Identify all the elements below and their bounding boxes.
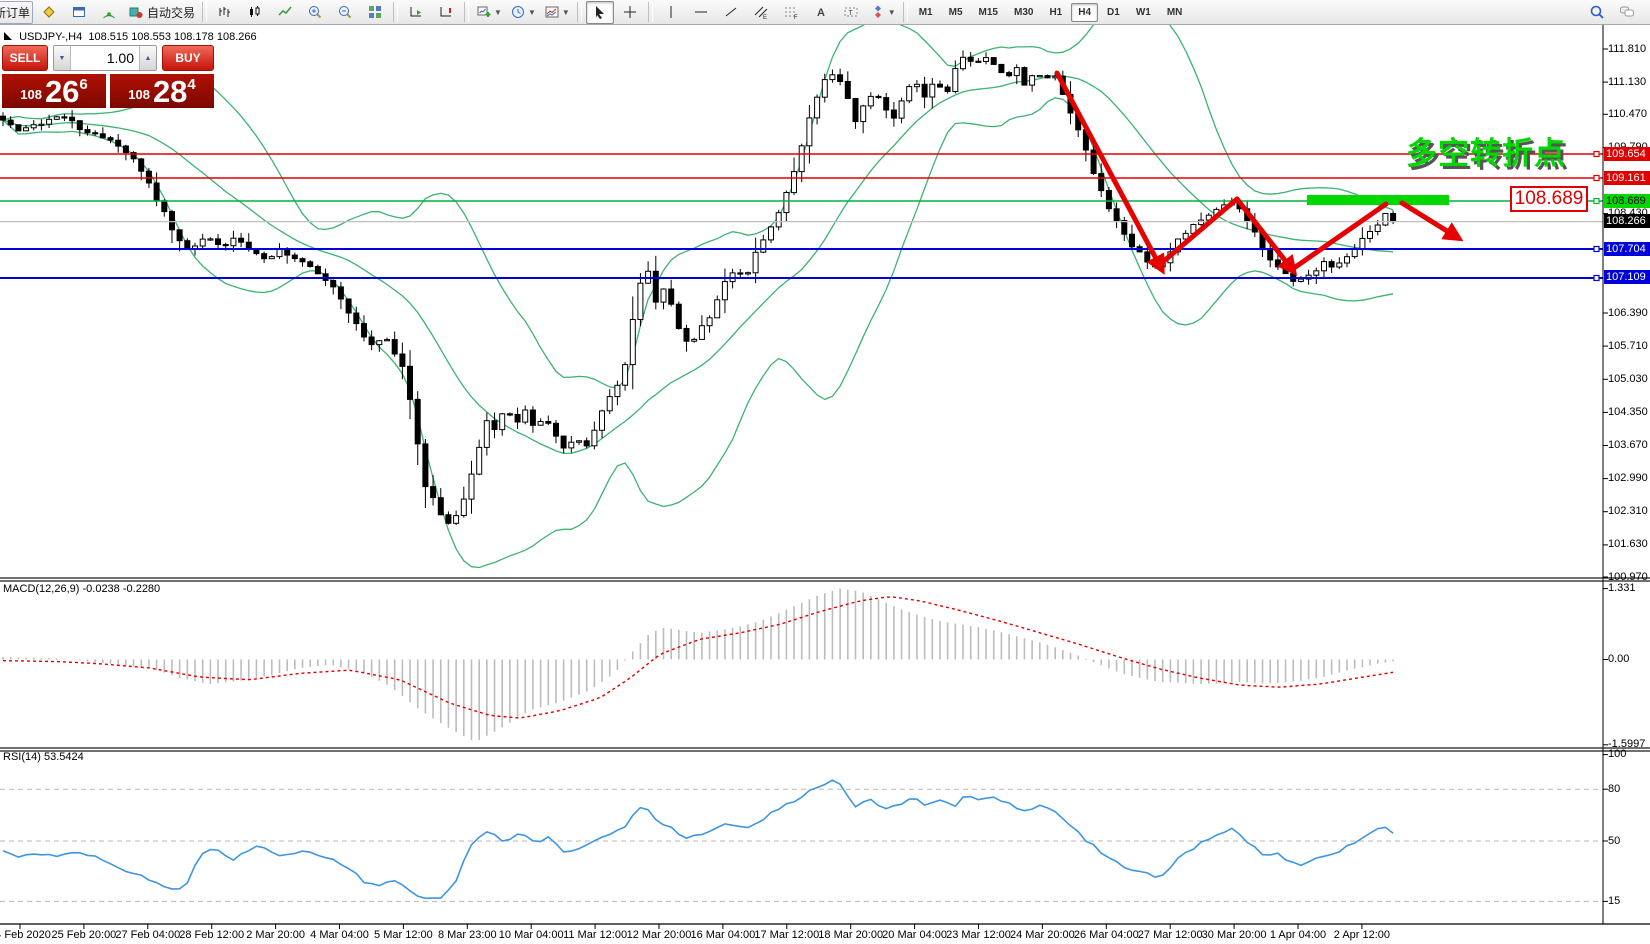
svg-text:E: E	[763, 15, 767, 20]
new-chart-icon	[476, 4, 492, 20]
metaeditor-icon-icon	[41, 4, 57, 20]
buy-price-display[interactable]: 108 28 4	[110, 74, 214, 108]
sell-button[interactable]: SELL	[2, 45, 48, 71]
chat-icon[interactable]	[1613, 1, 1641, 24]
chart-surface[interactable]: USDJPY-,H4 108.515 108.553 108.178 108.2…	[0, 0, 1650, 944]
timeframe-m15-button[interactable]: M15	[972, 3, 1005, 22]
toolbar-separator	[202, 2, 207, 22]
svg-text:F: F	[794, 15, 798, 20]
zoom-in-icon	[307, 4, 323, 20]
shapes-button-caret[interactable]: ▼	[888, 8, 896, 17]
toolbar-separator	[393, 2, 398, 22]
timeframe-h1-button[interactable]: H1	[1042, 3, 1069, 22]
new-order-button-label: 新订单	[0, 4, 30, 21]
timeframe-d1-button[interactable]: D1	[1100, 3, 1127, 22]
bar-chart-button[interactable]	[211, 1, 239, 24]
tile-windows-button[interactable]	[361, 1, 389, 24]
volume-stepper: ▼ ▲	[53, 45, 157, 71]
text-button[interactable]: A	[807, 1, 835, 24]
volume-input[interactable]	[71, 46, 139, 70]
autotrading-button-label: 自动交易	[147, 4, 195, 21]
chart-canvas[interactable]	[0, 0, 1650, 944]
timeframe-m5-button[interactable]: M5	[942, 3, 970, 22]
toolbar-separator	[577, 2, 582, 22]
timeframe-m1-button[interactable]: M1	[912, 3, 940, 22]
auto-scroll-button[interactable]	[402, 1, 430, 24]
line-chart-icon	[277, 4, 293, 20]
vertical-line-button[interactable]	[657, 1, 685, 24]
buy-button[interactable]: BUY	[162, 45, 214, 71]
trendline-button[interactable]	[717, 1, 745, 24]
auto-scroll-icon	[408, 4, 424, 20]
zoom-in-button[interactable]	[301, 1, 329, 24]
autotrading-button[interactable]: 自动交易	[125, 1, 198, 24]
toolbar-separator	[648, 2, 653, 22]
channel-icon: E	[753, 4, 769, 20]
toolbar-separator	[464, 2, 469, 22]
trendline-icon	[723, 4, 739, 20]
shapes-button[interactable]: ▼	[867, 1, 899, 24]
crosshair-button[interactable]	[616, 1, 644, 24]
cursor-button[interactable]	[586, 1, 614, 24]
candle-chart-button[interactable]	[241, 1, 269, 24]
text-icon: A	[813, 4, 829, 20]
autotrading-icon	[128, 4, 144, 20]
volume-up-button[interactable]: ▲	[139, 46, 156, 70]
toolbar-separator	[903, 2, 908, 22]
market-watch-icon[interactable]	[65, 1, 93, 24]
volume-down-button[interactable]: ▼	[54, 46, 71, 70]
market-watch-icon-icon	[71, 4, 87, 20]
chart-shift-icon	[438, 4, 454, 20]
one-click-trade-panel: SELL ▼ ▲ BUY 108 26 6 108 28 4	[2, 45, 214, 108]
mt4-window: 新订单 自动交易 ▼ ▼ ▼ E F A T ▼ M1M5M15M30H1H4D1W1MN USDJ…	[0, 0, 1650, 944]
buy-price-sup: 4	[187, 76, 195, 93]
timeframe-h4-button[interactable]: H4	[1071, 3, 1098, 22]
horizontal-line-icon	[693, 4, 709, 20]
candle-chart-icon	[247, 4, 263, 20]
bar-chart-icon	[217, 4, 233, 20]
sell-price-sup: 6	[79, 76, 87, 93]
timeframe-w1-button[interactable]: W1	[1129, 3, 1158, 22]
buy-price-big: 28	[153, 79, 187, 105]
line-chart-button[interactable]	[271, 1, 299, 24]
new-chart-button[interactable]: ▼	[473, 1, 505, 24]
chart-shift-button[interactable]	[432, 1, 460, 24]
periods-icon	[510, 4, 526, 20]
templates-button-caret[interactable]: ▼	[562, 8, 570, 17]
timeframe-mn-button[interactable]: MN	[1160, 3, 1190, 22]
timeframe-m30-button[interactable]: M30	[1007, 3, 1040, 22]
label-icon: T	[843, 4, 859, 20]
toolbar: 新订单 自动交易 ▼ ▼ ▼ E F A T ▼ M1M5M15M30H1H4D1W1MN	[0, 0, 1650, 25]
svg-text:T: T	[848, 10, 853, 17]
sell-price-display[interactable]: 108 26 6	[2, 74, 106, 108]
tile-windows-icon	[367, 4, 383, 20]
periods-button-caret[interactable]: ▼	[528, 8, 536, 17]
new-order-button[interactable]: 新订单	[0, 1, 33, 24]
crosshair-icon	[622, 4, 638, 20]
label-button[interactable]: T	[837, 1, 865, 24]
signals-icon[interactable]	[95, 1, 123, 24]
periods-button[interactable]: ▼	[507, 1, 539, 24]
shapes-icon	[870, 4, 886, 20]
zoom-out-icon	[337, 4, 353, 20]
sell-price-big: 26	[45, 79, 79, 105]
fibonacci-icon: F	[783, 4, 799, 20]
new-chart-button-caret[interactable]: ▼	[494, 8, 502, 17]
horizontal-line-button[interactable]	[687, 1, 715, 24]
vertical-line-icon	[663, 4, 679, 20]
sell-price-prefix: 108	[20, 87, 42, 102]
metaeditor-icon[interactable]	[35, 1, 63, 24]
templates-button[interactable]: ▼	[541, 1, 573, 24]
search-icon[interactable]	[1583, 1, 1611, 24]
zoom-out-button[interactable]	[331, 1, 359, 24]
cursor-icon	[592, 4, 608, 20]
signals-icon-icon	[101, 4, 117, 20]
fibonacci-button[interactable]: F	[777, 1, 805, 24]
buy-price-prefix: 108	[128, 87, 150, 102]
templates-icon	[544, 4, 560, 20]
svg-text:A: A	[817, 7, 825, 19]
channel-button[interactable]: E	[747, 1, 775, 24]
